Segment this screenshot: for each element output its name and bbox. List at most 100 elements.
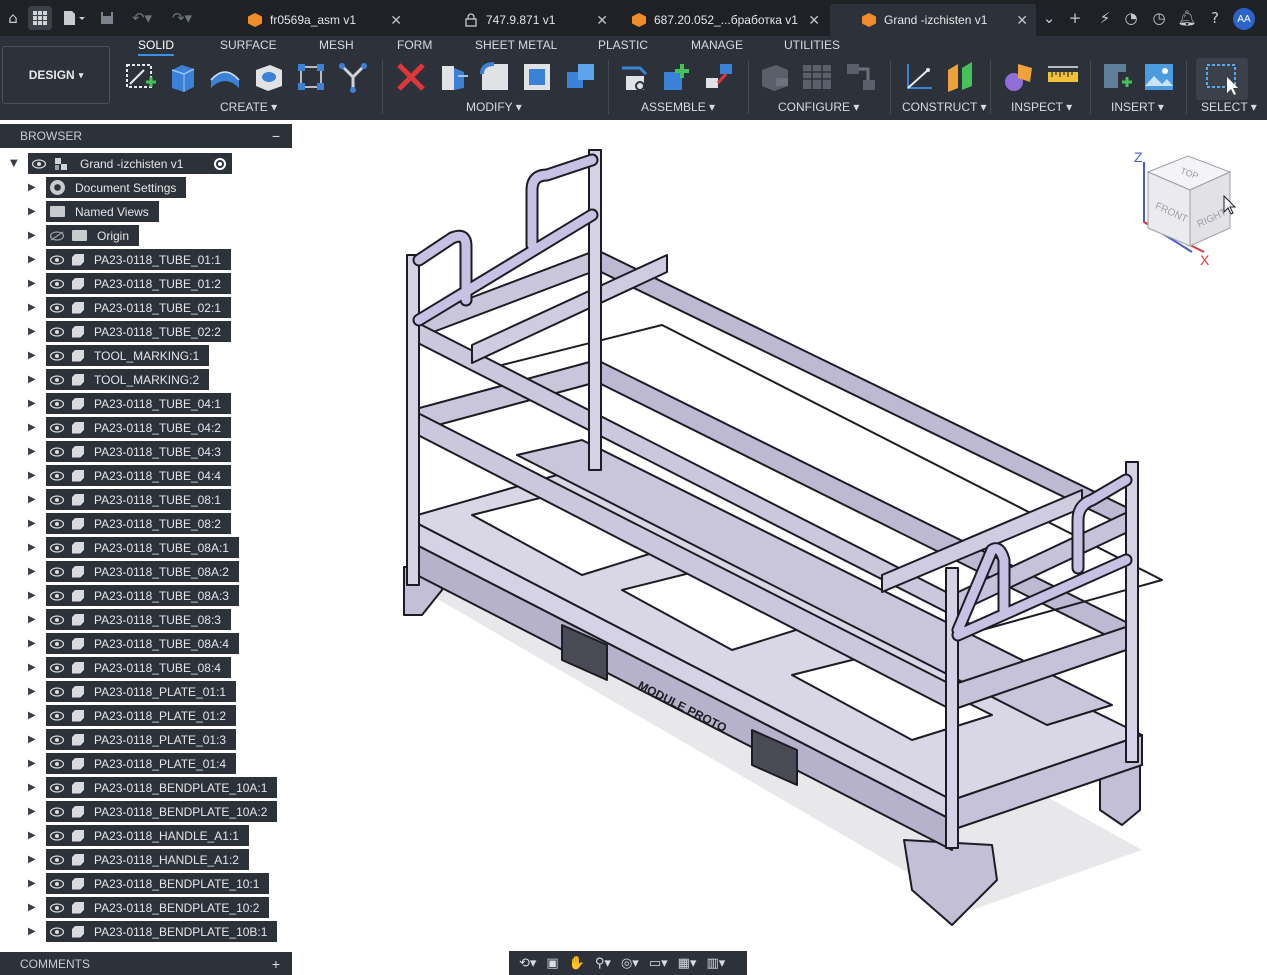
extensions-icon[interactable]: ⚡ — [1094, 0, 1116, 36]
tree-node[interactable]: PA23-0118_HANDLE_A1:2 — [46, 849, 249, 870]
chevron-right-icon[interactable]: ▶ — [28, 422, 36, 433]
tree-node[interactable]: PA23-0118_TUBE_04:2 — [46, 417, 231, 438]
tree-root[interactable]: ▼ Grand -izchisten v1 — [0, 153, 292, 174]
tree-row[interactable]: ▶ PA23-0118_TUBE_08A:2 — [0, 561, 292, 582]
eye-icon[interactable] — [48, 566, 66, 577]
offset-plane-icon[interactable] — [944, 60, 978, 94]
tree-row[interactable]: ▶ PA23-0118_PLATE_01:4 — [0, 753, 292, 774]
eye-icon[interactable] — [48, 446, 66, 457]
shell-icon[interactable] — [520, 60, 554, 94]
workspace-switcher[interactable]: DESIGN ▾ — [2, 46, 110, 104]
tree-row[interactable]: ▶ Named Views — [0, 201, 292, 222]
undo-icon[interactable]: ↶▾ — [126, 0, 158, 36]
chevron-right-icon[interactable]: ▶ — [28, 470, 36, 481]
tree-node[interactable]: PA23-0118_TUBE_08A:1 — [46, 537, 239, 558]
pattern-icon[interactable] — [294, 60, 328, 94]
chevron-right-icon[interactable]: ▶ — [28, 590, 36, 601]
model-viewport[interactable]: MODULE PROTO — [292, 120, 1267, 952]
tree-row[interactable]: ▶ PA23-0118_BENDPLATE_10A:2 — [0, 801, 292, 822]
tree-node[interactable]: PA23-0118_TUBE_08:1 — [46, 489, 231, 510]
tree-node[interactable]: PA23-0118_TUBE_08:3 — [46, 609, 231, 630]
close-icon[interactable]: ✕ — [808, 12, 820, 29]
active-radio-icon[interactable] — [214, 157, 226, 170]
view-cube[interactable]: Z X TOP FRONT RIGHT — [1132, 142, 1242, 272]
chevron-right-icon[interactable]: ▶ — [28, 278, 36, 289]
collapse-icon[interactable]: − — [272, 128, 280, 144]
tree-row[interactable]: ▶ PA23-0118_TUBE_08:2 — [0, 513, 292, 534]
chevron-right-icon[interactable]: ▶ — [28, 758, 36, 769]
tree-row[interactable]: ▶ Document Settings — [0, 177, 292, 198]
display-settings-icon[interactable]: ▭▾ — [649, 956, 668, 971]
revolve-icon[interactable] — [208, 60, 242, 94]
tree-node[interactable]: PA23-0118_PLATE_01:4 — [46, 753, 237, 774]
chevron-right-icon[interactable]: ▶ — [28, 494, 36, 505]
help-icon[interactable]: ? — [1206, 0, 1224, 36]
app-grid-icon[interactable] — [28, 6, 52, 30]
tree-row[interactable]: ▶ PA23-0118_HANDLE_A1:2 — [0, 849, 292, 870]
tree-node[interactable]: Document Settings — [46, 177, 187, 198]
joint-icon[interactable] — [618, 60, 652, 94]
chevron-right-icon[interactable]: ▶ — [28, 230, 36, 241]
combine-icon[interactable] — [564, 60, 598, 94]
eye-icon[interactable] — [48, 758, 66, 769]
close-icon[interactable]: ✕ — [596, 12, 608, 29]
eye-icon[interactable] — [48, 662, 66, 673]
tab-doc-2[interactable]: 747.9.871 v1 ✕ — [456, 4, 616, 36]
tree-node[interactable]: PA23-0118_TUBE_04:3 — [46, 441, 231, 462]
tab-mesh[interactable]: MESH — [319, 38, 354, 56]
pan-icon[interactable]: ✋ — [569, 956, 585, 971]
chevron-down-icon[interactable]: ⌄ — [1040, 0, 1058, 36]
tree-row[interactable]: ▶ PA23-0118_TUBE_08A:1 — [0, 537, 292, 558]
chevron-right-icon[interactable]: ▶ — [28, 302, 36, 313]
chevron-right-icon[interactable]: ▶ — [28, 374, 36, 385]
tree-row[interactable]: ▶ PA23-0118_PLATE_01:2 — [0, 705, 292, 726]
tab-form[interactable]: FORM — [397, 38, 432, 56]
tab-sheet-metal[interactable]: SHEET METAL — [475, 38, 557, 56]
eye-icon[interactable] — [48, 686, 66, 697]
chevron-right-icon[interactable]: ▶ — [28, 542, 36, 553]
clock-icon[interactable]: ◷ — [1150, 0, 1168, 36]
tree-row[interactable]: ▶ PA23-0118_TUBE_08:1 — [0, 489, 292, 510]
eye-icon[interactable] — [48, 422, 66, 433]
tree-row[interactable]: ▶ PA23-0118_PLATE_01:3 — [0, 729, 292, 750]
chevron-right-icon[interactable]: ▶ — [28, 446, 36, 457]
tab-surface[interactable]: SURFACE — [220, 38, 277, 56]
chevron-right-icon[interactable]: ▶ — [28, 638, 36, 649]
redo-icon[interactable]: ↷▾ — [166, 0, 198, 36]
tree-node[interactable]: PA23-0118_TUBE_01:2 — [46, 273, 231, 294]
look-at-icon[interactable]: ▣ — [546, 956, 558, 971]
eye-icon[interactable] — [48, 806, 66, 817]
fillet-icon[interactable] — [478, 60, 512, 94]
chevron-right-icon[interactable]: ▶ — [28, 686, 36, 697]
tree-row[interactable]: ▶ PA23-0118_TUBE_08A:4 — [0, 633, 292, 654]
chevron-right-icon[interactable]: ▶ — [28, 806, 36, 817]
tree-node[interactable]: PA23-0118_BENDPLATE_10B:1 — [46, 921, 278, 942]
tree-node[interactable]: Named Views — [46, 201, 159, 222]
eye-icon[interactable] — [48, 302, 66, 313]
chevron-right-icon[interactable]: ▶ — [28, 830, 36, 841]
eye-icon[interactable] — [48, 830, 66, 841]
tree-row[interactable]: ▶ PA23-0118_TUBE_02:1 — [0, 297, 292, 318]
home-icon[interactable]: ⌂ — [4, 0, 22, 36]
extrude-icon[interactable] — [166, 60, 200, 94]
hole-icon[interactable] — [252, 60, 286, 94]
close-icon[interactable]: ✕ — [1016, 12, 1028, 29]
tree-row[interactable]: ▶ PA23-0118_BENDPLATE_10A:1 — [0, 777, 292, 798]
chevron-right-icon[interactable]: ▶ — [28, 398, 36, 409]
avatar[interactable]: AA — [1233, 8, 1255, 30]
eye-icon[interactable] — [48, 734, 66, 745]
tree-row[interactable]: ▶ PA23-0118_TUBE_08A:3 — [0, 585, 292, 606]
interference-icon[interactable] — [1002, 60, 1036, 94]
eye-icon[interactable] — [48, 710, 66, 721]
create-sketch-icon[interactable] — [124, 60, 158, 94]
tree-row[interactable]: ▶ PA23-0118_TUBE_01:2 — [0, 273, 292, 294]
eye-icon[interactable] — [48, 590, 66, 601]
eye-hidden-icon[interactable] — [48, 230, 66, 241]
eye-icon[interactable] — [30, 158, 48, 169]
chevron-right-icon[interactable]: ▶ — [28, 254, 36, 265]
measure-icon[interactable] — [1046, 60, 1080, 94]
eye-icon[interactable] — [48, 470, 66, 481]
chevron-right-icon[interactable]: ▶ — [28, 206, 36, 217]
eye-icon[interactable] — [48, 542, 66, 553]
eye-icon[interactable] — [48, 854, 66, 865]
